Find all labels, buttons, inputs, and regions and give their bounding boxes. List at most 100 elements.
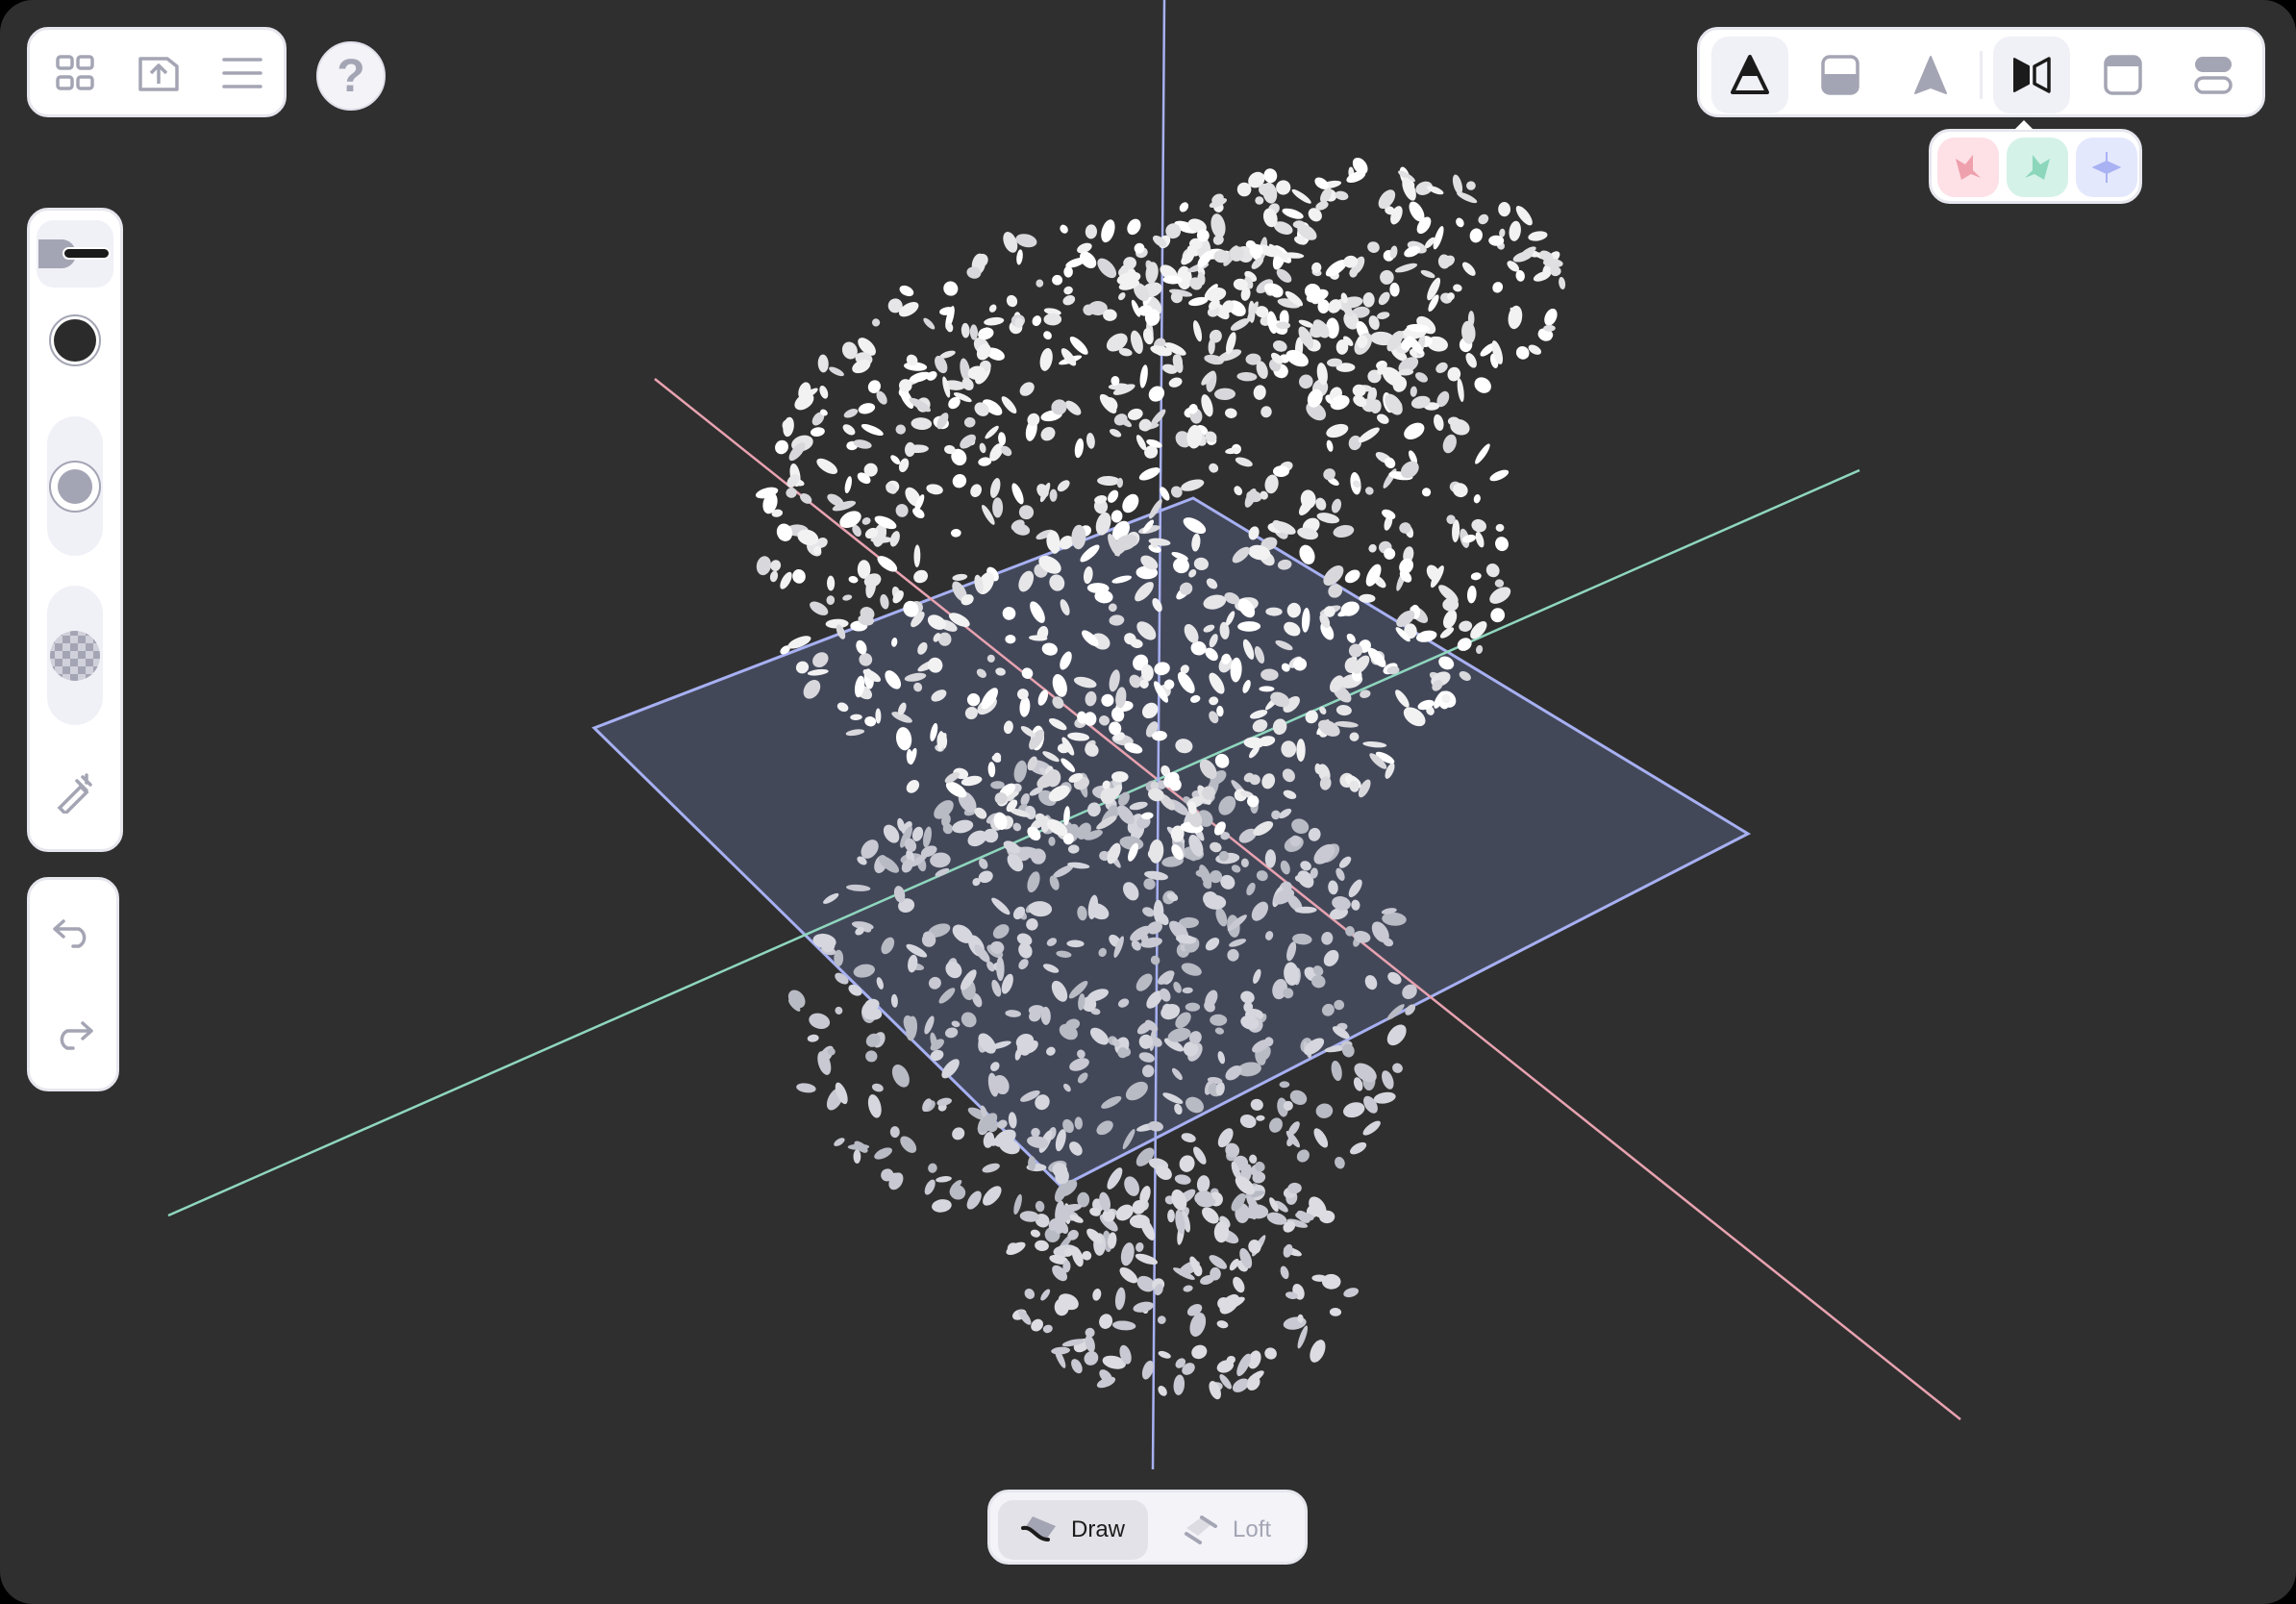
leaf-stroke [1239, 1114, 1257, 1129]
leaf-stroke [1006, 294, 1018, 308]
leaf-stroke [899, 285, 914, 297]
leaf-stroke [826, 575, 836, 591]
leaf-stroke [1362, 1120, 1381, 1136]
leaf-stroke [1043, 313, 1062, 326]
mirror-z-button[interactable] [2076, 138, 2137, 197]
leaf-stroke [985, 425, 999, 439]
leaf-stroke [1459, 620, 1473, 632]
leaf-stroke [1031, 1318, 1044, 1332]
leaf-stroke [898, 458, 910, 473]
leaf-stroke [1509, 220, 1521, 241]
stack-button[interactable] [2175, 37, 2252, 113]
loft-mode-button[interactable]: Loft [1160, 1500, 1304, 1560]
leaf-stroke [1127, 408, 1143, 420]
leaf-stroke [1269, 1117, 1283, 1133]
brush-size-button[interactable] [37, 220, 113, 288]
export-icon [138, 57, 179, 91]
leaf-stroke [1495, 523, 1505, 532]
mirror-button[interactable] [1993, 37, 2070, 113]
help-button[interactable]: ? [316, 41, 386, 111]
export-button[interactable] [125, 39, 192, 107]
leaf-stroke [871, 1083, 884, 1092]
draw-mode-button[interactable]: Draw [998, 1500, 1148, 1560]
draw-icon [1021, 1516, 1056, 1541]
leaf-stroke [936, 1176, 952, 1183]
leaf-stroke [1453, 284, 1462, 292]
mirror-y-button[interactable] [2007, 138, 2068, 197]
leaf-stroke [1362, 292, 1375, 308]
drawing-plane[interactable] [591, 496, 1752, 1189]
leaf-stroke [1494, 579, 1505, 588]
leaf-stroke [1119, 1266, 1138, 1284]
leaf-stroke [1279, 1081, 1290, 1089]
leaf-stroke [1225, 408, 1237, 418]
leaf-stroke [1335, 1156, 1345, 1169]
leaf-stroke [809, 1013, 831, 1029]
leaf-stroke [1470, 572, 1482, 581]
leaf-stroke [1272, 339, 1287, 352]
leaf-stroke [1092, 1288, 1102, 1301]
window-top-button[interactable] [2084, 37, 2161, 113]
mirror-icon [2013, 57, 2051, 93]
leaf-stroke [817, 354, 829, 373]
leaf-stroke [1099, 1314, 1113, 1329]
leaf-stroke [1157, 1316, 1166, 1324]
leaf-stroke [1036, 279, 1044, 288]
leaf-stroke [1209, 463, 1219, 473]
ground-plane-button[interactable] [1802, 37, 1879, 113]
mirror-y-icon [2025, 155, 2050, 180]
loft-label: Loft [1233, 1516, 1272, 1542]
arrow-button[interactable] [1892, 37, 1969, 113]
leaf-stroke [843, 409, 859, 418]
leaf-stroke [966, 1190, 982, 1210]
leaf-stroke [1084, 1350, 1099, 1366]
leaf-stroke [1392, 1063, 1403, 1073]
leaf-stroke [871, 318, 881, 327]
leaf-stroke [1214, 388, 1235, 401]
leaf-stroke [1192, 320, 1203, 342]
leaf-stroke [911, 417, 933, 431]
leaf-stroke [963, 416, 976, 428]
leaf-stroke [1173, 1374, 1185, 1395]
leaf-stroke [1040, 427, 1056, 441]
perspective-button[interactable] [1711, 37, 1788, 113]
undo-button[interactable] [37, 899, 109, 966]
leaf-stroke [1256, 1115, 1265, 1121]
leaf-stroke [1110, 428, 1122, 438]
leaf-stroke [1343, 1102, 1365, 1118]
leaf-stroke [1179, 202, 1189, 213]
redo-button[interactable] [37, 1003, 109, 1070]
leaf-stroke [1461, 262, 1476, 276]
gallery-button[interactable] [41, 39, 109, 107]
leaf-stroke [1071, 1359, 1083, 1374]
leaf-stroke [1074, 438, 1085, 459]
leaf-stroke [775, 439, 788, 455]
leaf-stroke [865, 1050, 878, 1063]
leaf-stroke [810, 427, 825, 437]
transparency-slider[interactable] [47, 586, 103, 725]
leaf-stroke [1086, 433, 1095, 449]
leaf-stroke [1471, 518, 1486, 533]
leaf-stroke [834, 1138, 845, 1146]
leaf-stroke [989, 478, 1001, 498]
color-button[interactable] [37, 307, 113, 374]
3d-viewport[interactable] [0, 0, 2296, 1604]
eyedropper-button[interactable] [37, 759, 113, 826]
leaf-stroke [1213, 250, 1230, 263]
mirror-x-button[interactable] [1937, 138, 1999, 197]
leaf-stroke [776, 523, 793, 541]
leaf-stroke [1422, 488, 1432, 497]
leaf-stroke [1127, 218, 1141, 236]
leaf-stroke [950, 528, 961, 538]
leaf-stroke [1148, 386, 1165, 402]
mirror-popover [1929, 120, 2142, 204]
leaf-stroke [1378, 291, 1390, 306]
ground-plane-icon [1821, 55, 1859, 95]
leaf-stroke [1264, 474, 1279, 494]
leaf-stroke [1559, 276, 1566, 290]
brush-opacity-slider[interactable] [47, 416, 103, 556]
menu-button[interactable] [209, 39, 276, 107]
leaf-stroke [1473, 494, 1481, 504]
leaf-stroke [1544, 308, 1558, 326]
leaf-stroke [1313, 1128, 1329, 1148]
